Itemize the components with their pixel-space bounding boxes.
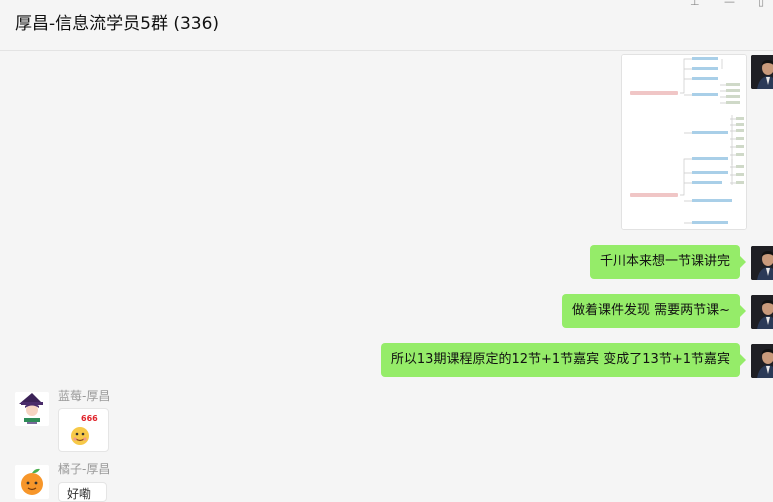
chat-title[interactable]: 厚昌-信息流学员5群 (336): [15, 12, 219, 36]
sender-name: 蓝莓-厚昌: [58, 389, 111, 403]
message-bubble[interactable]: 所以13期课程原定的12节+1节嘉宾 变成了13节+1节嘉宾: [380, 343, 747, 377]
sticker-label: 666: [81, 414, 98, 423]
sender-name: 橘子-厚昌: [58, 462, 111, 476]
maximize-icon[interactable]: ▯: [758, 0, 764, 8]
pin-icon[interactable]: ⊥: [690, 0, 700, 8]
avatar[interactable]: [751, 246, 773, 280]
mindmap-image: [622, 55, 746, 229]
avatar[interactable]: [751, 344, 773, 378]
chat-header: 厚昌-信息流学员5群 (336) ⊥ — ▯: [0, 0, 773, 51]
person-avatar-icon: [751, 295, 773, 329]
message-bubble[interactable]: 千川本来想一节课讲完: [589, 245, 747, 279]
message-bubble-incoming[interactable]: 好嘞: [58, 482, 107, 502]
mindmap-image-message[interactable]: [621, 54, 747, 230]
witch-avatar-icon: [15, 392, 49, 426]
person-avatar-icon: [751, 246, 773, 280]
minimize-icon[interactable]: —: [724, 0, 735, 8]
orange-avatar-icon: [15, 465, 49, 499]
sticker-message[interactable]: 666: [58, 408, 109, 452]
avatar[interactable]: [15, 465, 49, 499]
person-avatar-icon: [751, 55, 773, 89]
avatar[interactable]: [15, 392, 49, 426]
avatar[interactable]: [751, 55, 773, 89]
message-bubble[interactable]: 做着课件发现 需要两节课~: [561, 294, 747, 328]
person-avatar-icon: [751, 344, 773, 378]
avatar[interactable]: [751, 295, 773, 329]
